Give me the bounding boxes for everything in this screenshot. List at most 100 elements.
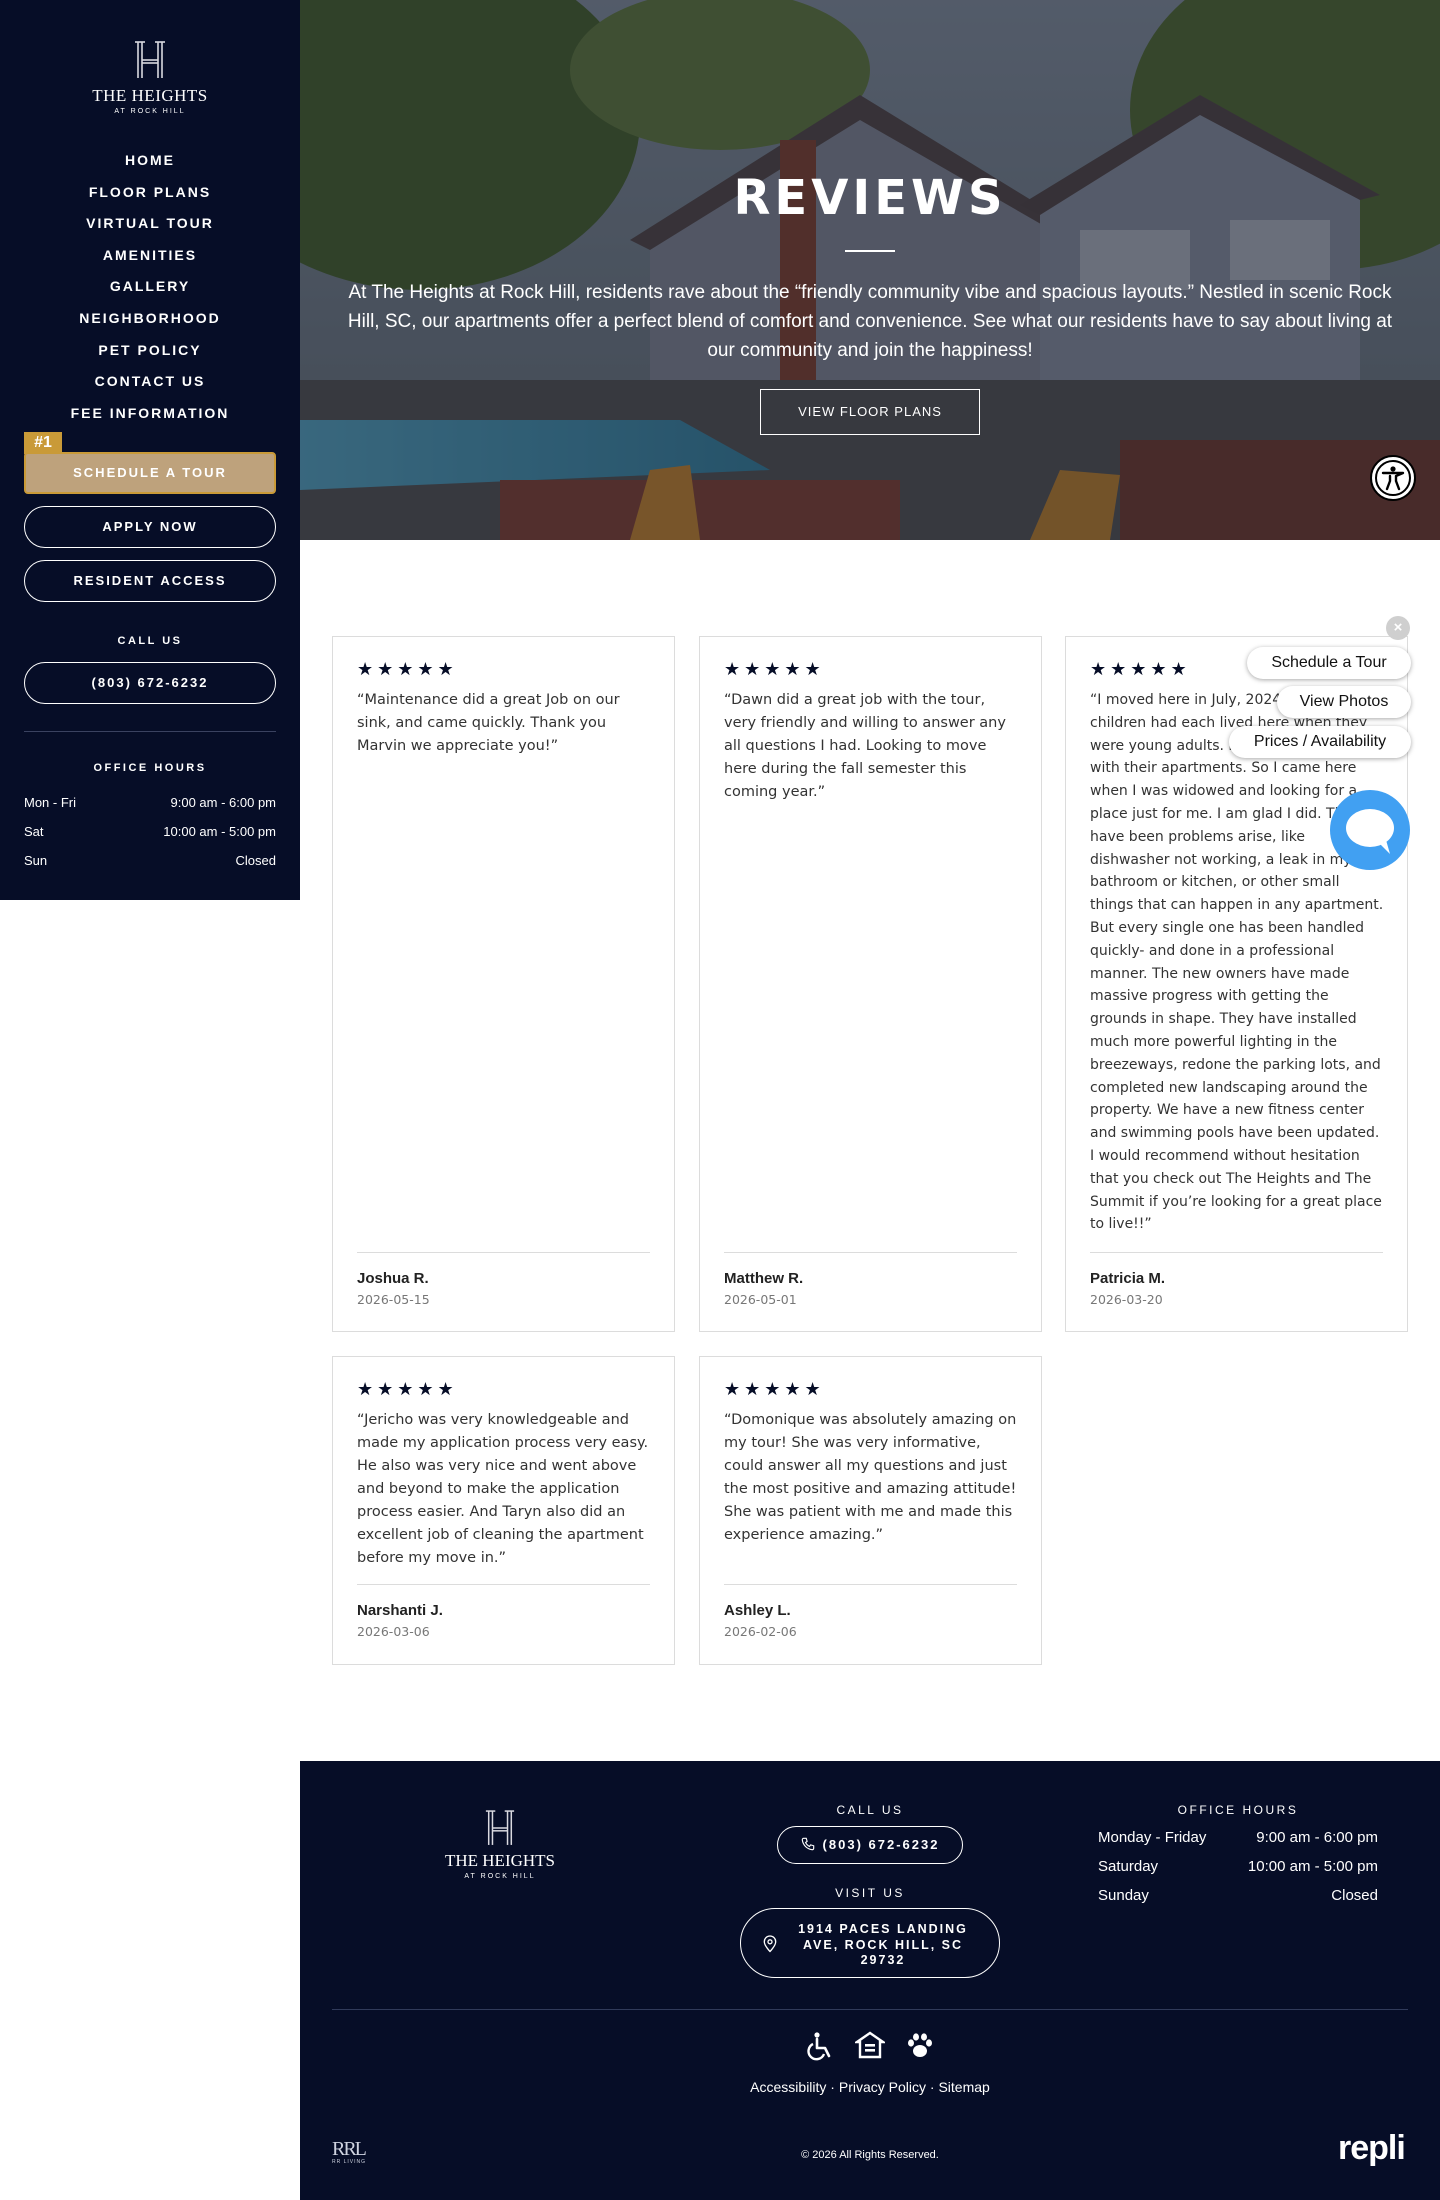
pet-friendly-icon[interactable] [905, 2031, 935, 2061]
hero-background-image [300, 0, 1440, 540]
footer-hours-row: Monday - Friday 9:00 am - 6:00 pm [1098, 1829, 1378, 1846]
footer-logo-name: THE HEIGHTS [444, 1851, 555, 1870]
phone-icon [801, 1837, 814, 1851]
close-icon[interactable]: × [1386, 616, 1410, 640]
nav-item-amenities[interactable]: AMENITIES [0, 240, 300, 272]
footer-hours-time: 10:00 am - 5:00 pm [1247, 1858, 1378, 1875]
hero-description: At The Heights at Rock Hill, residents r… [347, 282, 1393, 361]
review-date: 2026-02-06 [724, 1624, 797, 1639]
nav-item-floor-plans[interactable]: FLOOR PLANS [0, 177, 300, 209]
resident-access-button[interactable]: RESIDENT ACCESS [24, 560, 276, 602]
page-title: REVIEWS [733, 170, 1007, 226]
schedule-tour-button[interactable]: SCHEDULE A TOUR [24, 452, 276, 494]
float-prices-availability-button[interactable]: Prices / Availability [1229, 726, 1411, 758]
map-pin-icon [763, 1935, 777, 1953]
review-text: “I moved here in July, 2024. Two of my c… [1090, 692, 1384, 1233]
footer-phone-number: (803) 672-6232 [822, 1837, 940, 1852]
nav-item-home[interactable]: HOME [0, 145, 300, 177]
review-text: “Dawn did a great job with the tour, ver… [724, 692, 1006, 800]
card-divider [357, 1252, 650, 1253]
review-author: Ashley L. [724, 1602, 791, 1619]
review-card: ★★★★★ “Domonique was absolutely amazing … [699, 1356, 1042, 1665]
repli-logo[interactable]: repli [1338, 2129, 1406, 2168]
card-divider [724, 1252, 1017, 1253]
footer-hours-time: 9:00 am - 6:00 pm [1256, 1829, 1378, 1846]
nav-item-pet-policy[interactable]: PET POLICY [0, 335, 300, 367]
float-schedule-tour-button[interactable]: Schedule a Tour [1247, 647, 1411, 679]
view-floor-plans-button[interactable]: VIEW FLOOR PLANS [760, 389, 980, 435]
review-date: 2026-03-20 [1090, 1292, 1163, 1307]
footer-phone-button[interactable]: (803) 672-6232 [777, 1826, 963, 1864]
compliance-icons [805, 2031, 935, 2061]
sidebar-divider [24, 731, 276, 732]
logo-mark-icon [135, 41, 165, 78]
footer-hours-time: Closed [1331, 1887, 1378, 1904]
review-card: ★★★★★ “Maintenance did a great Job on ou… [332, 636, 675, 1332]
accessibility-link[interactable]: Accessibility [750, 2079, 826, 2095]
apply-now-button[interactable]: APPLY NOW [24, 506, 276, 548]
footer-hours-day: Monday - Friday [1098, 1829, 1207, 1846]
link-separator: · [826, 2079, 839, 2095]
address-text: 1914 PACES LANDING AVE, ROCK HILL, SC 29… [798, 1922, 968, 1967]
logo-mark-icon [485, 1810, 515, 1845]
review-card: ★★★★★ “Dawn did a great job with the tou… [699, 636, 1042, 1332]
call-us-label: CALL US [117, 635, 183, 647]
nav-item-neighborhood[interactable]: NEIGHBORHOOD [0, 303, 300, 335]
card-divider [357, 1584, 650, 1585]
sitemap-link[interactable]: Sitemap [938, 2079, 989, 2095]
footer-logo-subtitle: AT ROCK HILL [464, 1873, 536, 1880]
wheelchair-icon[interactable] [805, 2031, 835, 2061]
footer-hours-day: Sunday [1098, 1887, 1149, 1904]
hours-row: Sat 10:00 am - 5:00 pm [24, 824, 276, 839]
hero-banner: REVIEWS At The Heights at Rock Hill, res… [300, 0, 1440, 540]
nav-item-virtual-tour[interactable]: VIRTUAL TOUR [0, 208, 300, 240]
review-card: ★★★★★ “Jericho was very knowledgeable an… [332, 1356, 675, 1665]
review-author: Matthew R. [724, 1270, 804, 1287]
star-rating: ★★★★★ [724, 1379, 825, 1399]
address-button[interactable]: 1914 PACES LANDING AVE, ROCK HILL, SC 29… [740, 1908, 1000, 1978]
privacy-policy-link[interactable]: Privacy Policy [839, 2079, 926, 2095]
title-divider [845, 250, 895, 252]
main-nav: HOME FLOOR PLANS VIRTUAL TOUR AMENITIES … [0, 145, 300, 429]
hours-time: Closed [235, 853, 276, 868]
float-view-photos-button[interactable]: View Photos [1277, 686, 1411, 718]
equal-housing-icon[interactable] [855, 2031, 885, 2061]
star-rating: ★★★★★ [1090, 659, 1191, 679]
review-date: 2026-05-01 [724, 1292, 797, 1307]
hours-row: Mon - Fri 9:00 am - 6:00 pm [24, 795, 276, 810]
logo-subtitle: AT ROCK HILL [114, 108, 186, 115]
copyright: © 2026 All Rights Reserved. [801, 2149, 939, 2161]
hours-day: Mon - Fri [24, 795, 76, 810]
nav-item-contact-us[interactable]: CONTACT US [0, 366, 300, 398]
footer-logo[interactable]: THE HEIGHTS AT ROCK HILL [380, 1809, 620, 1880]
sidebar: THE HEIGHTS AT ROCK HILL HOME FLOOR PLAN… [0, 0, 300, 900]
review-author: Joshua R. [357, 1270, 429, 1287]
nav-item-gallery[interactable]: GALLERY [0, 271, 300, 303]
footer-office-hours-label: OFFICE HOURS [1177, 1803, 1299, 1817]
nav-item-fee-information[interactable]: FEE INFORMATION [0, 398, 300, 430]
footer-hours-day: Saturday [1098, 1858, 1159, 1875]
review-date: 2026-03-06 [357, 1624, 430, 1639]
logo-name: THE HEIGHTS [92, 86, 208, 105]
footer-hours-row: Saturday 10:00 am - 5:00 pm [1098, 1858, 1378, 1875]
office-hours-label: OFFICE HOURS [93, 762, 207, 774]
review-date: 2026-05-15 [357, 1292, 430, 1307]
hours-row: Sun Closed [24, 853, 276, 868]
accessibility-icon[interactable] [1370, 455, 1416, 501]
link-separator: · [926, 2079, 939, 2095]
card-divider [724, 1584, 1017, 1585]
hours-time: 9:00 am - 6:00 pm [170, 795, 277, 810]
hours-day: Sat [24, 824, 44, 839]
star-rating: ★★★★★ [357, 1379, 458, 1399]
footer-call-us-label: CALL US [836, 1803, 904, 1817]
rank-badge: #1 [24, 432, 62, 454]
phone-button[interactable]: (803) 672-6232 [24, 662, 276, 704]
chat-icon[interactable] [1330, 790, 1410, 870]
visit-us-label: VISIT US [835, 1886, 905, 1900]
footer-divider [332, 2009, 1408, 2010]
star-rating: ★★★★★ [357, 659, 458, 679]
review-text: “Maintenance did a great Job on our sink… [357, 692, 620, 754]
footer-hours-row: Sunday Closed [1098, 1887, 1378, 1904]
hours-time: 10:00 am - 5:00 pm [163, 824, 276, 839]
logo[interactable]: THE HEIGHTS AT ROCK HILL [0, 40, 300, 115]
